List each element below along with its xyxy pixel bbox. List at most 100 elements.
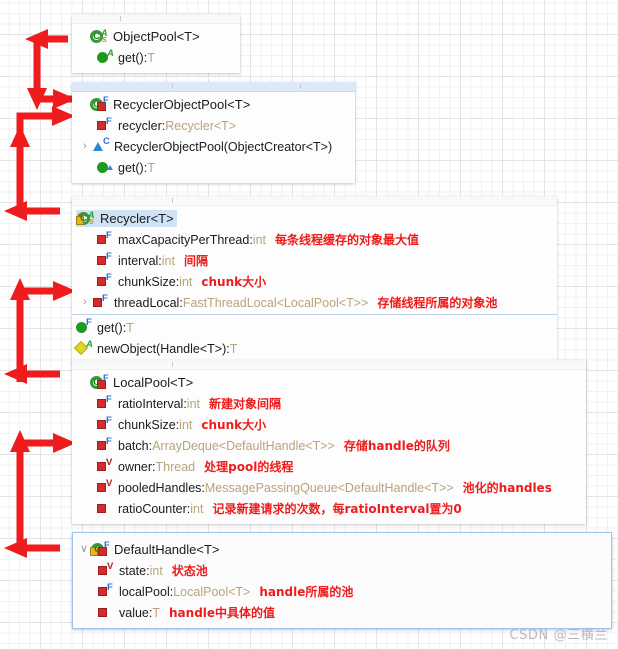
member-annotation: 每条线程缓存的对象最大值	[275, 233, 420, 247]
method-green-abstract-icon: A	[96, 48, 114, 65]
member-name: chunkSize	[118, 274, 176, 289]
member-name: localPool	[119, 584, 170, 599]
class-title-row[interactable]: ∨ CF DefaultHandle<T>	[73, 539, 611, 560]
member-name: RecyclerObjectPool(ObjectCreator<T>)	[114, 139, 333, 154]
twisty-icon[interactable]: ›	[78, 297, 92, 308]
member-name: maxCapacityPerThread	[118, 232, 250, 247]
member-annotation: 状态池	[171, 564, 208, 578]
member-annotation: chunk大小	[201, 275, 267, 289]
field-red-volatile-icon: V	[97, 561, 115, 578]
member-row[interactable]: F get() : T	[72, 317, 557, 338]
class-title-row[interactable]: CF LocalPool<T>	[72, 372, 586, 393]
member-name: interval	[118, 253, 159, 268]
member-row[interactable]: V pooledHandles : MessagePassingQueue<De…	[72, 477, 586, 498]
class-box-recycler-object-pool[interactable]: CF RecyclerObjectPool<T> F recycler : Re…	[72, 82, 355, 183]
member-name: ratioCounter	[118, 501, 187, 516]
arrow-into-recycler-title	[4, 201, 60, 221]
field-red-final-icon: F	[92, 293, 110, 310]
member-annotation: 新建对象间隔	[209, 397, 282, 411]
member-name: get()	[97, 320, 123, 335]
class-name: LocalPool<T>	[113, 375, 194, 390]
member-row[interactable]: F interval : int 间隔	[72, 250, 557, 271]
class-box-default-handle[interactable]: ∨ CF DefaultHandle<T> V state : int 状态池 …	[72, 532, 612, 629]
member-annotation: chunk大小	[201, 418, 267, 432]
member-annotation: 池化的handles	[462, 481, 552, 495]
member-row[interactable]: value : T handle中具体的值	[73, 602, 611, 623]
class-name: ObjectPool<T>	[113, 29, 200, 44]
member-row[interactable]: › C RecyclerObjectPool(ObjectCreator<T>)	[72, 136, 355, 157]
twisty-icon[interactable]: ∨	[77, 544, 91, 555]
field-red-final-icon: F	[96, 116, 114, 133]
member-type: int	[186, 396, 200, 411]
member-row[interactable]: ratioCounter : int 记录新建请求的次数，每ratioInter…	[72, 498, 586, 519]
box-tab-strip	[72, 360, 586, 370]
box-tab-strip	[72, 196, 557, 206]
field-red-final-icon: F	[96, 436, 114, 453]
box-tab-strip	[72, 82, 355, 92]
member-type: T	[147, 160, 155, 175]
box-tab-strip	[72, 14, 240, 24]
member-type: int	[149, 563, 163, 578]
member-name: state	[119, 563, 147, 578]
member-row[interactable]: F chunkSize : int chunk大小	[72, 271, 557, 292]
member-row[interactable]: A newObject(Handle<T>) : T	[72, 338, 557, 359]
class-static-final-icon: CF	[90, 373, 109, 390]
member-name: owner	[118, 459, 153, 474]
member-type: int	[190, 501, 204, 516]
class-title-row[interactable]: CAs ObjectPool<T>	[72, 26, 240, 47]
class-abstract-static-locked-icon: CAs	[76, 210, 96, 226]
member-type: ArrayDeque<DefaultHandle<T>>	[152, 438, 335, 453]
member-name: ratioInterval	[118, 396, 184, 411]
member-row[interactable]: F recycler : Recycler<T>	[72, 115, 355, 136]
member-row[interactable]: › F threadLocal : FastThreadLocal<LocalP…	[72, 292, 557, 313]
box-tab-strip	[73, 533, 611, 537]
field-red-icon	[96, 501, 114, 516]
class-static-final-locked-icon: CF	[90, 540, 110, 557]
member-name: threadLocal	[114, 295, 180, 310]
twisty-icon[interactable]: ›	[78, 141, 92, 152]
method-yellow-abstract-icon: A	[73, 339, 93, 356]
member-name: get()	[118, 50, 144, 65]
field-red-volatile-icon: V	[96, 478, 114, 495]
arrow-into-localpool-title	[4, 364, 60, 384]
method-green-override-icon	[96, 160, 114, 175]
member-row[interactable]: A get() : T	[72, 47, 240, 68]
class-name: Recycler<T>	[100, 211, 174, 226]
class-box-local-pool[interactable]: CF LocalPool<T> F ratioInterval : int 新建…	[72, 360, 586, 524]
member-type: LocalPool<T>	[173, 584, 251, 599]
member-type: Thread	[155, 459, 196, 474]
class-name: DefaultHandle<T>	[114, 542, 220, 557]
member-annotation: handle中具体的值	[169, 606, 276, 620]
member-annotation: handle所属的池	[259, 585, 354, 599]
field-red-icon	[97, 605, 115, 620]
class-box-recycler[interactable]: CAs Recycler<T> F maxCapacityPerThread :…	[72, 196, 557, 364]
member-name: get()	[118, 160, 144, 175]
member-annotation: 存储handle的队列	[343, 439, 450, 453]
section-divider	[72, 314, 557, 315]
class-title-row[interactable]: CF RecyclerObjectPool<T>	[72, 94, 355, 115]
member-type: T	[147, 50, 155, 65]
member-row[interactable]: V owner : Thread 处理pool的线程	[72, 456, 586, 477]
member-row[interactable]: V state : int 状态池	[73, 560, 611, 581]
field-red-final-icon: F	[96, 415, 114, 432]
member-row[interactable]: get() : T	[72, 157, 355, 178]
class-name: RecyclerObjectPool<T>	[113, 97, 251, 112]
class-abstract-static-icon: CAs	[90, 28, 109, 44]
field-red-final-icon: F	[96, 272, 114, 289]
member-name: newObject(Handle<T>)	[97, 341, 227, 356]
member-type: T	[229, 341, 238, 356]
member-type: int	[179, 274, 193, 289]
member-row[interactable]: F maxCapacityPerThread : int 每条线程缓存的对象最大…	[72, 229, 557, 250]
class-box-object-pool[interactable]: CAs ObjectPool<T> A get() : T	[72, 14, 240, 73]
member-row[interactable]: F ratioInterval : int 新建对象间隔	[72, 393, 586, 414]
class-static-final-icon: CF	[90, 95, 109, 112]
member-row[interactable]: F localPool : LocalPool<T> handle所属的池	[73, 581, 611, 602]
field-red-final-icon: F	[96, 251, 114, 268]
class-title-row[interactable]: CAs Recycler<T>	[72, 208, 557, 229]
member-row[interactable]: F chunkSize : int chunk大小	[72, 414, 586, 435]
member-type: int	[161, 253, 175, 268]
member-annotation: 间隔	[183, 254, 208, 268]
member-type: Recycler<T>	[165, 118, 237, 133]
member-row[interactable]: F batch : ArrayDeque<DefaultHandle<T>> 存…	[72, 435, 586, 456]
field-red-volatile-icon: V	[96, 457, 114, 474]
